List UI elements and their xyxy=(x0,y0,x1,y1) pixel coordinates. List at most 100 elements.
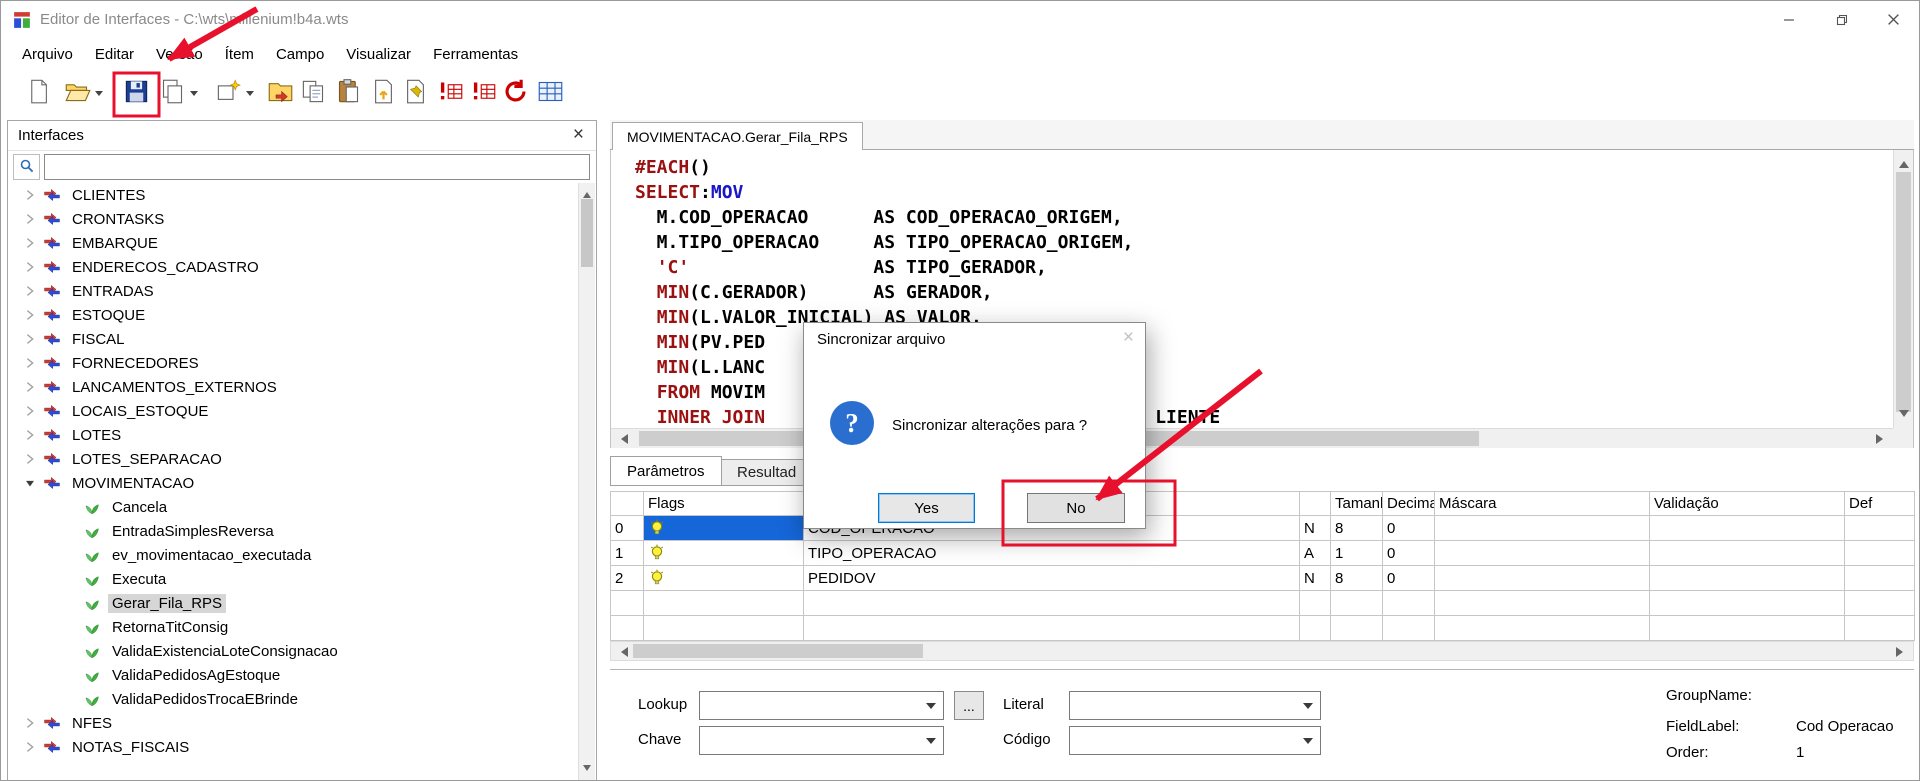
pin-file-button[interactable] xyxy=(398,76,432,110)
tamanho-cell[interactable]: 8 xyxy=(1330,565,1383,591)
tree-item-clientes[interactable]: CLIENTES xyxy=(9,183,578,207)
validacao-cell[interactable] xyxy=(1649,515,1845,541)
row-number[interactable] xyxy=(610,590,644,616)
chevron-right-icon[interactable] xyxy=(23,428,43,442)
scroll-thumb[interactable] xyxy=(633,644,923,658)
tree-item-validaexistencialoteconsignacao[interactable]: ValidaExistenciaLoteConsignacao xyxy=(9,639,578,663)
tamanho-cell[interactable]: 1 xyxy=(1330,540,1383,566)
tree-item-cancela[interactable]: Cancela xyxy=(9,495,578,519)
tree-item-locais-estoque[interactable]: LOCAIS_ESTOQUE xyxy=(9,399,578,423)
chevron-down-icon[interactable] xyxy=(23,476,43,490)
decimais-cell[interactable] xyxy=(1382,615,1435,641)
default-cell[interactable] xyxy=(1844,515,1915,541)
no-button[interactable]: No xyxy=(1027,493,1125,523)
decimais-cell[interactable]: 0 xyxy=(1382,540,1435,566)
minimize-button[interactable] xyxy=(1763,1,1815,38)
scroll-thumb[interactable] xyxy=(1896,172,1911,412)
chevron-right-icon[interactable] xyxy=(23,452,43,466)
refresh-button[interactable] xyxy=(498,76,532,110)
default-cell[interactable] xyxy=(1844,615,1915,641)
chevron-right-icon[interactable] xyxy=(23,356,43,370)
mascara-cell[interactable] xyxy=(1434,615,1650,641)
tree-item-ev-movimentacao-executada[interactable]: ev_movimentacao_executada xyxy=(9,543,578,567)
menu-item-editar[interactable]: Editar xyxy=(84,40,145,69)
decimais-cell[interactable]: 0 xyxy=(1382,565,1435,591)
scroll-left-icon[interactable] xyxy=(616,647,628,657)
lookup-more-button[interactable]: ... xyxy=(954,691,984,720)
tab-movimentacao-gerar-fila-rps[interactable]: MOVIMENTACAO.Gerar_Fila_RPS xyxy=(612,122,863,151)
nome-cell[interactable] xyxy=(803,590,1300,616)
row-number[interactable]: 0 xyxy=(610,515,644,541)
search-button[interactable] xyxy=(13,154,40,180)
chevron-right-icon[interactable] xyxy=(23,260,43,274)
check-fields-button[interactable] xyxy=(433,76,467,110)
scroll-down-icon[interactable] xyxy=(583,765,591,775)
row-number[interactable] xyxy=(610,615,644,641)
validacao-cell[interactable] xyxy=(1649,540,1845,566)
chevron-right-icon[interactable] xyxy=(23,332,43,346)
import-file-button[interactable] xyxy=(366,76,400,110)
scroll-right-icon[interactable] xyxy=(1896,647,1908,657)
chevron-right-icon[interactable] xyxy=(23,380,43,394)
tree-item-fornecedores[interactable]: FORNECEDORES xyxy=(9,351,578,375)
menu-item-campo[interactable]: Campo xyxy=(265,40,335,69)
data-grid-button[interactable] xyxy=(533,76,567,110)
nome-cell[interactable]: PEDIDOV xyxy=(803,565,1300,591)
panel-close-icon[interactable]: × xyxy=(573,124,584,146)
menu-item-tem[interactable]: Ítem xyxy=(214,40,265,69)
tab-resultado[interactable]: Resultad xyxy=(720,459,814,486)
tree-item-gerar-fila-rps[interactable]: Gerar_Fila_RPS xyxy=(9,591,578,615)
chevron-right-icon[interactable] xyxy=(23,740,43,754)
codigo-combobox[interactable] xyxy=(1069,726,1321,755)
scroll-up-icon[interactable] xyxy=(583,188,591,198)
dialog-close-icon[interactable]: × xyxy=(1123,327,1134,349)
check-fields-2-button[interactable] xyxy=(466,76,500,110)
tree-item-executa[interactable]: Executa xyxy=(9,567,578,591)
save-all-button[interactable] xyxy=(155,76,198,110)
tree-item-retornatitconsig[interactable]: RetornaTitConsig xyxy=(9,615,578,639)
new-interface-button[interactable] xyxy=(211,76,254,110)
menu-item-ferramentas[interactable]: Ferramentas xyxy=(422,40,529,69)
chevron-right-icon[interactable] xyxy=(23,212,43,226)
mascara-cell[interactable] xyxy=(1434,515,1650,541)
save-button[interactable] xyxy=(119,76,153,110)
chevron-right-icon[interactable] xyxy=(23,404,43,418)
tree-item-crontasks[interactable]: CRONTASKS xyxy=(9,207,578,231)
tree-item-notas-fiscais[interactable]: NOTAS_FISCAIS xyxy=(9,735,578,759)
flags-cell[interactable] xyxy=(643,565,804,591)
tipo-cell[interactable]: N xyxy=(1299,515,1331,541)
flags-cell[interactable] xyxy=(643,540,804,566)
scroll-up-icon[interactable] xyxy=(1899,156,1909,168)
search-input[interactable] xyxy=(44,154,590,180)
tree-item-movimentacao[interactable]: MOVIMENTACAO xyxy=(9,471,578,495)
chave-combobox[interactable] xyxy=(699,726,944,755)
chevron-down-icon[interactable] xyxy=(190,91,198,100)
menu-item-arquivo[interactable]: Arquivo xyxy=(11,40,84,69)
chevron-right-icon[interactable] xyxy=(23,308,43,322)
flags-cell[interactable] xyxy=(643,515,804,541)
tree-item-estoque[interactable]: ESTOQUE xyxy=(9,303,578,327)
yes-button[interactable]: Yes xyxy=(878,493,975,523)
paste-button[interactable] xyxy=(331,76,365,110)
tree-item-enderecos-cadastro[interactable]: ENDERECOS_CADASTRO xyxy=(9,255,578,279)
validacao-cell[interactable] xyxy=(1649,590,1845,616)
tipo-cell[interactable]: A xyxy=(1299,540,1331,566)
scroll-right-icon[interactable] xyxy=(1876,434,1888,444)
tree-item-nfes[interactable]: NFES xyxy=(9,711,578,735)
tree-item-validapedidosagestoque[interactable]: ValidaPedidosAgEstoque xyxy=(9,663,578,687)
chevron-right-icon[interactable] xyxy=(23,188,43,202)
flags-cell[interactable] xyxy=(643,615,804,641)
close-button[interactable] xyxy=(1867,1,1919,38)
decimais-cell[interactable] xyxy=(1382,590,1435,616)
row-number[interactable]: 2 xyxy=(610,565,644,591)
scroll-thumb[interactable] xyxy=(581,199,593,267)
nome-cell[interactable]: TIPO_OPERACAO xyxy=(803,540,1300,566)
chevron-down-icon[interactable] xyxy=(246,91,254,100)
default-cell[interactable] xyxy=(1844,590,1915,616)
chevron-right-icon[interactable] xyxy=(23,716,43,730)
mascara-cell[interactable] xyxy=(1434,540,1650,566)
new-file-button[interactable] xyxy=(21,76,55,110)
tree-item-embarque[interactable]: EMBARQUE xyxy=(9,231,578,255)
copy-button[interactable] xyxy=(296,76,330,110)
mascara-cell[interactable] xyxy=(1434,590,1650,616)
